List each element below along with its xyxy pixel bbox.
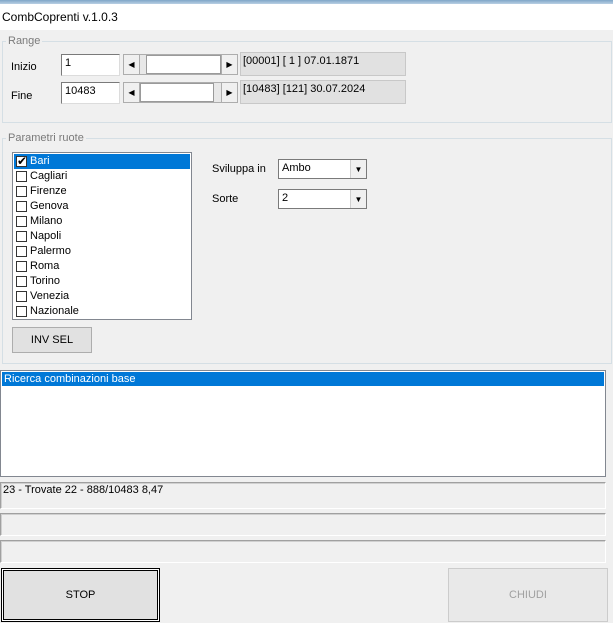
fine-input[interactable]: 10483: [61, 82, 120, 104]
chiudi-button[interactable]: CHIUDI: [448, 568, 608, 622]
chevron-down-icon[interactable]: ▼: [350, 160, 366, 178]
sorte-value: 2: [282, 192, 289, 204]
sviluppa-select[interactable]: Ambo ▼: [278, 159, 367, 179]
inizio-input[interactable]: 1: [61, 54, 120, 76]
list-item-label: Genova: [30, 200, 69, 212]
list-item-torino[interactable]: Torino: [14, 274, 190, 289]
log-list[interactable]: Ricerca combinazioni base: [0, 370, 606, 477]
list-item-roma[interactable]: Roma: [14, 259, 190, 274]
inizio-label: Inizio: [11, 61, 37, 73]
checkbox[interactable]: [16, 306, 27, 317]
fine-info: [10483] [121] 30.07.2024: [240, 80, 406, 104]
ruote-legend: Parametri ruote: [6, 132, 86, 144]
checkbox[interactable]: [16, 186, 27, 197]
list-item-label: Firenze: [30, 185, 67, 197]
inizio-info: [00001] [ 1 ] 07.01.1871: [240, 52, 406, 76]
title-bar: CombCoprenti v.1.0.3: [0, 4, 613, 30]
sviluppa-label: Sviluppa in: [212, 163, 266, 175]
fine-scroll-track[interactable]: [140, 82, 221, 103]
inizio-scroll-track[interactable]: [140, 54, 221, 75]
list-item-label: Venezia: [30, 290, 70, 302]
checkbox[interactable]: [16, 276, 27, 287]
checkbox[interactable]: [16, 171, 27, 182]
ruote-listbox[interactable]: ✔ Bari Cagliari Firenze Genova Milano Na…: [12, 152, 192, 320]
checkbox[interactable]: [16, 216, 27, 227]
arrow-right-icon: ▶: [226, 88, 233, 97]
checkbox[interactable]: ✔: [16, 154, 28, 168]
list-item-label: Roma: [30, 260, 60, 272]
checkbox[interactable]: [16, 261, 27, 272]
inv-sel-button[interactable]: INV SEL: [12, 327, 92, 353]
checkbox[interactable]: [16, 291, 27, 302]
list-item-label: Milano: [30, 215, 63, 227]
window-title: CombCoprenti v.1.0.3: [2, 10, 118, 24]
check-icon: ✔: [17, 154, 28, 168]
list-item-label: Bari: [30, 155, 52, 168]
range-legend: Range: [6, 35, 43, 47]
list-item-nazionale[interactable]: Nazionale: [14, 304, 190, 319]
list-item-label: Cagliari: [30, 170, 68, 182]
list-item-bari[interactable]: ✔ Bari: [14, 154, 190, 169]
sorte-select[interactable]: 2 ▼: [278, 189, 367, 209]
list-item-label: Nazionale: [30, 305, 79, 317]
log-selected-line[interactable]: Ricerca combinazioni base: [2, 372, 604, 386]
status-line-1: 23 - Trovate 22 - 888/10483 8,47: [0, 482, 606, 509]
inizio-scroll-thumb[interactable]: [146, 55, 221, 74]
list-item-firenze[interactable]: Firenze: [14, 184, 190, 199]
checkbox[interactable]: [16, 246, 27, 257]
fine-scroll-left-button[interactable]: ◀: [123, 82, 140, 103]
arrow-left-icon: ◀: [128, 60, 135, 69]
checkbox[interactable]: [16, 231, 27, 242]
list-item-cagliari[interactable]: Cagliari: [14, 169, 190, 184]
list-item-venezia[interactable]: Venezia: [14, 289, 190, 304]
status-line-3: [0, 540, 606, 563]
sorte-label: Sorte: [212, 193, 239, 205]
stop-button[interactable]: STOP: [1, 568, 160, 622]
chevron-down-icon[interactable]: ▼: [350, 190, 366, 208]
list-item-milano[interactable]: Milano: [14, 214, 190, 229]
fine-scroll-right-button[interactable]: ▶: [221, 82, 238, 103]
inizio-scroll-left-button[interactable]: ◀: [123, 54, 140, 75]
list-item-label: Torino: [30, 275, 60, 287]
fine-label: Fine: [11, 90, 33, 102]
status-line-2: [0, 513, 606, 536]
list-item-genova[interactable]: Genova: [14, 199, 190, 214]
list-item-napoli[interactable]: Napoli: [14, 229, 190, 244]
list-item-label: Napoli: [30, 230, 62, 242]
sviluppa-value: Ambo: [282, 162, 311, 174]
checkbox[interactable]: [16, 201, 27, 212]
arrow-left-icon: ◀: [128, 88, 135, 97]
fine-scroll-thumb[interactable]: [140, 83, 214, 102]
list-item-label: Palermo: [30, 245, 71, 257]
inizio-scroll-right-button[interactable]: ▶: [221, 54, 238, 75]
list-item-palermo[interactable]: Palermo: [14, 244, 190, 259]
arrow-right-icon: ▶: [226, 60, 233, 69]
